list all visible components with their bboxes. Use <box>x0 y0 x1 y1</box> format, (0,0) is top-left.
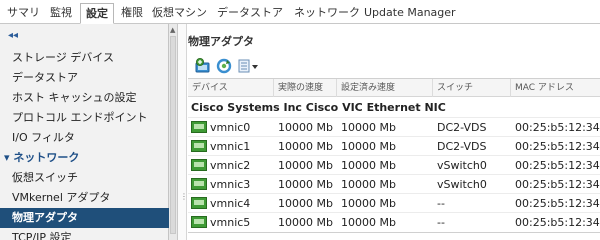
panel-splitter[interactable]: ⋮⋮ <box>178 24 195 240</box>
tab-bar: サマリ 監視 設定 権限 仮想マシン データストア ネットワーク Update … <box>0 0 600 24</box>
cell-device: vmnic2 <box>210 159 251 172</box>
cell-actual-speed: 10000 Mb <box>278 140 333 153</box>
tab-vms[interactable]: 仮想マシン <box>147 3 212 24</box>
table-bottom-divider <box>188 232 600 233</box>
cell-switch: DC2-VDS <box>437 140 487 153</box>
table-row[interactable]: vmnic4 10000 Mb 10000 Mb -- 00:25:b5:12:… <box>188 193 600 212</box>
physical-adapters-panel: 物理アダプタ デバイス 実際の速度 設定済み速度 スイッチ MAC アドレス C… <box>188 24 600 240</box>
cell-switch: DC2-VDS <box>437 121 487 134</box>
cell-configured-speed: 10000 Mb <box>341 140 396 153</box>
tab-summary[interactable]: サマリ <box>2 3 45 24</box>
scroll-up-icon[interactable]: ▲ <box>170 26 175 34</box>
nic-icon <box>191 216 207 228</box>
tab-monitor[interactable]: 監視 <box>45 3 77 24</box>
tab-permissions[interactable]: 権限 <box>116 3 148 24</box>
nic-icon <box>191 178 207 190</box>
scrollbar-thumb[interactable] <box>170 36 176 234</box>
table-row[interactable]: vmnic5 10000 Mb 10000 Mb -- 00:25:b5:12:… <box>188 212 600 231</box>
page-title: 物理アダプタ <box>188 35 254 48</box>
column-header-switch[interactable]: スイッチ <box>433 79 511 97</box>
sidebar-item-storage-devices[interactable]: ストレージ デバイス <box>0 48 169 68</box>
column-header-device[interactable]: デバイス <box>188 79 274 97</box>
refresh-icon[interactable] <box>215 57 233 75</box>
cell-switch: -- <box>437 216 445 229</box>
cell-switch: vSwitch0 <box>437 159 487 172</box>
cell-configured-speed: 10000 Mb <box>341 121 396 134</box>
column-header-actual-speed[interactable]: 実際の速度 <box>274 79 337 97</box>
tab-configure[interactable]: 設定 <box>80 3 114 24</box>
table-row[interactable]: vmnic3 10000 Mb 10000 Mb vSwitch0 00:25:… <box>188 174 600 193</box>
sidebar-item-virtual-switches[interactable]: 仮想スイッチ <box>0 168 169 188</box>
sidebar-item-vmkernel-adapters[interactable]: VMkernel アダプタ <box>0 188 169 208</box>
config-sidebar: ◂◂ ストレージ デバイス データストア ホスト キャッシュの設定 プロトコル … <box>0 24 169 240</box>
cell-mac: 00:25:b5:12:34... <box>515 197 600 210</box>
collapse-sidebar-icon[interactable]: ◂◂ <box>8 30 18 41</box>
cell-device: vmnic5 <box>210 216 251 229</box>
nic-icon <box>191 121 207 133</box>
nic-icon <box>191 159 207 171</box>
cell-switch: vSwitch0 <box>437 178 487 191</box>
sidebar-item-tcpip-config[interactable]: TCP/IP 設定 <box>0 228 169 240</box>
sidebar-item-datastores[interactable]: データストア <box>0 68 169 88</box>
cell-configured-speed: 10000 Mb <box>341 216 396 229</box>
cell-actual-speed: 10000 Mb <box>278 121 333 134</box>
table-row[interactable]: vmnic2 10000 Mb 10000 Mb vSwitch0 00:25:… <box>188 155 600 174</box>
table-header: デバイス 実際の速度 設定済み速度 スイッチ MAC アドレス <box>188 79 600 97</box>
sidebar-item-host-cache[interactable]: ホスト キャッシュの設定 <box>0 88 169 108</box>
add-network-icon[interactable] <box>194 57 212 75</box>
cell-configured-speed: 10000 Mb <box>341 178 396 191</box>
cell-actual-speed: 10000 Mb <box>278 178 333 191</box>
tab-networks[interactable]: ネットワーク <box>289 3 365 24</box>
sidebar-scrollbar[interactable]: ▲ <box>169 24 178 240</box>
cell-configured-speed: 10000 Mb <box>341 159 396 172</box>
sidebar-item-protocol-endpoints[interactable]: プロトコル エンドポイント <box>0 108 169 128</box>
cell-mac: 00:25:b5:12:34... <box>515 159 600 172</box>
sidebar-item-io-filters[interactable]: I/O フィルタ <box>0 128 169 148</box>
tab-datastores[interactable]: データストア <box>212 3 288 24</box>
table-row[interactable]: vmnic0 10000 Mb 10000 Mb DC2-VDS 00:25:b… <box>188 117 600 136</box>
cell-mac: 00:25:b5:12:34... <box>515 121 600 134</box>
cell-device: vmnic0 <box>210 121 251 134</box>
table-row[interactable]: vmnic1 10000 Mb 10000 Mb DC2-VDS 00:25:b… <box>188 136 600 155</box>
view-settings-icon[interactable] <box>236 57 262 75</box>
column-header-configured-speed[interactable]: 設定済み速度 <box>337 79 433 97</box>
column-header-mac[interactable]: MAC アドレス <box>511 79 600 97</box>
cell-device: vmnic1 <box>210 140 251 153</box>
cell-actual-speed: 10000 Mb <box>278 216 333 229</box>
cell-mac: 00:25:b5:12:34... <box>515 216 600 229</box>
physical-adapters-table: デバイス 実際の速度 設定済み速度 スイッチ MAC アドレス Cisco Sy… <box>188 78 600 240</box>
tab-update-manager[interactable]: Update Manager <box>359 3 461 24</box>
cell-actual-speed: 10000 Mb <box>278 159 333 172</box>
adapter-toolbar <box>194 57 274 75</box>
cell-device: vmnic3 <box>210 178 251 191</box>
sidebar-section-networking[interactable]: ▾ ネットワーク <box>0 148 169 168</box>
nic-icon <box>191 140 207 152</box>
cell-actual-speed: 10000 Mb <box>278 197 333 210</box>
cell-configured-speed: 10000 Mb <box>341 197 396 210</box>
sidebar-item-physical-adapters[interactable]: 物理アダプタ <box>0 208 169 228</box>
adapter-group-header: Cisco Systems Inc Cisco VIC Ethernet NIC <box>191 101 446 114</box>
cell-mac: 00:25:b5:12:34... <box>515 140 600 153</box>
cell-switch: -- <box>437 197 445 210</box>
nic-icon <box>191 197 207 209</box>
cell-mac: 00:25:b5:12:34... <box>515 178 600 191</box>
cell-device: vmnic4 <box>210 197 251 210</box>
